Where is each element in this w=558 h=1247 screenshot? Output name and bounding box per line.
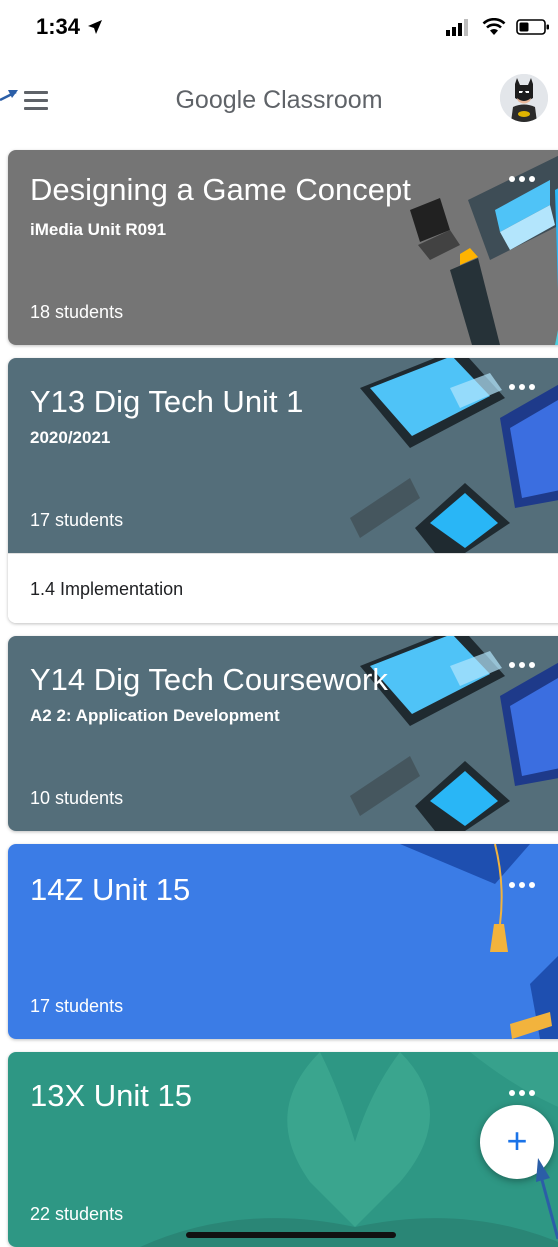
course-title: 14Z Unit 15 [30, 872, 191, 907]
course-title: Designing a Game Concept [30, 172, 411, 207]
course-section: A2 2: Application Development [30, 706, 280, 725]
course-title: Y14 Dig Tech Coursework [30, 662, 388, 697]
course-card[interactable]: 13X Unit 15 22 students [8, 1052, 558, 1247]
course-announcement[interactable]: 1.4 Implementation [8, 553, 558, 623]
more-options-icon[interactable] [502, 372, 542, 402]
app-title: Google Classroom [175, 86, 383, 114]
course-card-header: 13X Unit 15 22 students [8, 1052, 558, 1247]
course-card-header: Designing a Game Concept iMedia Unit R09… [8, 150, 558, 345]
status-bar: 1:34 [0, 0, 558, 56]
app-bar: Google Classroom [0, 60, 558, 140]
course-section: iMedia Unit R091 [30, 220, 167, 239]
more-options-icon[interactable] [502, 870, 542, 900]
course-section: 2020/2021 [30, 428, 111, 447]
more-options-icon[interactable] [502, 650, 542, 680]
student-count: 17 students [30, 510, 124, 530]
course-title: 13X Unit 15 [30, 1078, 192, 1113]
course-card-header: Y13 Dig Tech Unit 1 2020/2021 17 student… [8, 358, 558, 553]
course-card[interactable]: Y14 Dig Tech Coursework A2 2: Applicatio… [8, 636, 558, 831]
more-options-icon[interactable] [502, 1078, 542, 1108]
add-class-button[interactable]: + [480, 1105, 554, 1179]
location-arrow-icon [88, 20, 103, 34]
wifi-icon [482, 18, 506, 35]
batman-avatar-icon[interactable] [500, 74, 548, 122]
student-count: 17 students [30, 996, 124, 1016]
plus-icon: + [506, 1120, 528, 1161]
cellular-signal-icon [446, 19, 468, 36]
course-title: Y13 Dig Tech Unit 1 [30, 384, 304, 419]
home-indicator[interactable] [186, 1232, 396, 1238]
status-time: 1:34 [36, 14, 104, 40]
status-icons [446, 18, 550, 36]
student-count: 18 students [30, 302, 124, 322]
student-count: 10 students [30, 788, 124, 808]
course-card[interactable]: Y13 Dig Tech Unit 1 2020/2021 17 student… [8, 358, 558, 623]
course-card-header: 14Z Unit 15 17 students [8, 844, 558, 1039]
battery-icon [516, 19, 549, 35]
course-card-header: Y14 Dig Tech Coursework A2 2: Applicatio… [8, 636, 558, 831]
more-options-icon[interactable] [502, 164, 542, 194]
course-card[interactable]: 14Z Unit 15 17 students [8, 844, 558, 1039]
student-count: 22 students [30, 1204, 124, 1224]
course-card[interactable]: Designing a Game Concept iMedia Unit R09… [8, 150, 558, 345]
